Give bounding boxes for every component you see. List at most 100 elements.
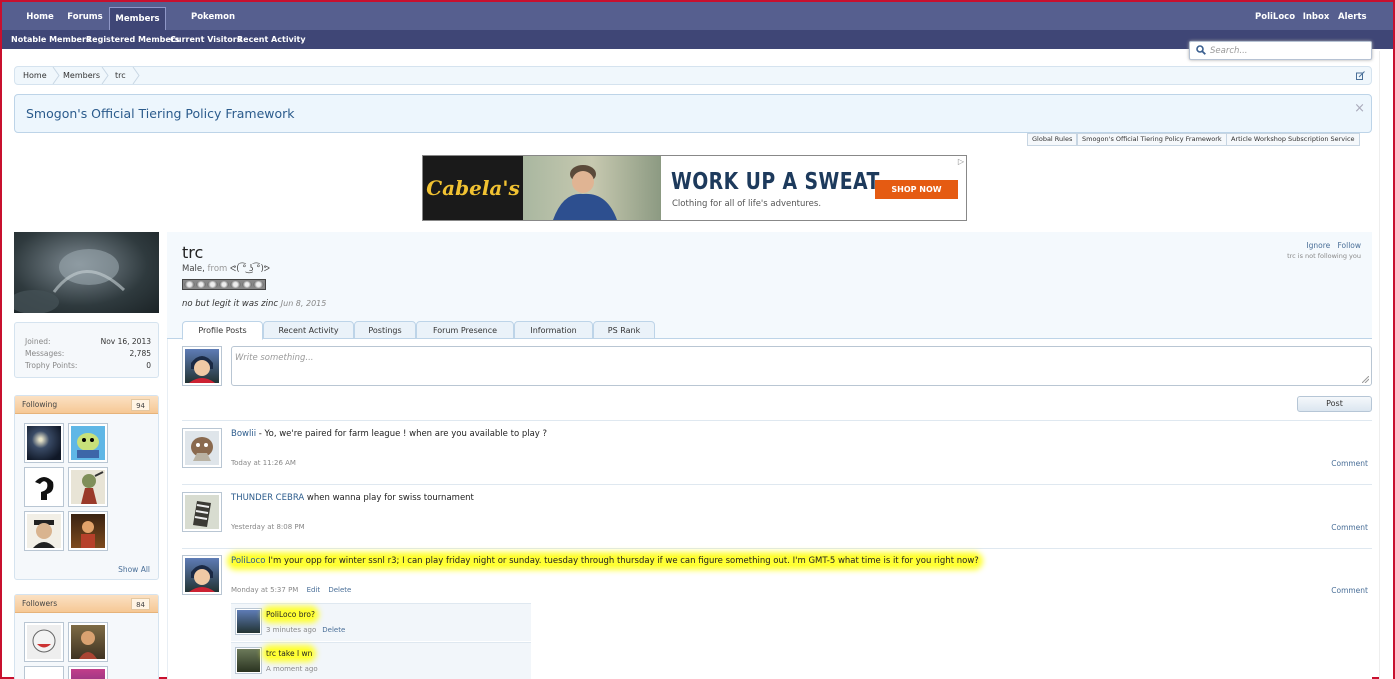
- sub-nav: Notable Members Registered Members Curre…: [2, 30, 1393, 49]
- post-username[interactable]: Bowlii: [231, 429, 256, 439]
- tab-ps-rank[interactable]: PS Rank: [593, 321, 655, 339]
- post-text: when wanna play for swiss tournament: [304, 493, 474, 503]
- notice-tab-global-rules[interactable]: Global Rules: [1027, 133, 1078, 146]
- post-username[interactable]: THUNDER CEBRA: [231, 493, 304, 503]
- notice-tab-tiering-policy[interactable]: Smogon's Official Tiering Policy Framewo…: [1077, 133, 1227, 146]
- nav-inbox-link[interactable]: Inbox: [1302, 2, 1330, 30]
- nav-tab-home[interactable]: Home: [20, 2, 60, 30]
- ad-choices-icon[interactable]: ▷: [958, 157, 964, 166]
- tab-recent-activity[interactable]: Recent Activity: [263, 321, 354, 339]
- post-time[interactable]: Monday at 5:37 PM: [231, 586, 298, 594]
- comment-link[interactable]: Comment: [1331, 523, 1368, 532]
- post-avatar[interactable]: [182, 492, 222, 532]
- divider: [182, 420, 1372, 421]
- subnav-registered-members[interactable]: Registered Members: [86, 30, 180, 49]
- comment-time[interactable]: 3 minutes ago: [266, 626, 316, 634]
- profile-avatar-large: [14, 232, 159, 313]
- delete-link[interactable]: Delete: [322, 626, 345, 634]
- post-avatar[interactable]: [182, 428, 222, 468]
- post-time[interactable]: Today at 11:26 AM: [231, 459, 296, 467]
- tab-postings[interactable]: Postings: [354, 321, 416, 339]
- post-avatar[interactable]: [182, 555, 222, 595]
- follow-controls: Ignore Follow trc is not following you: [1287, 241, 1361, 260]
- follower-avatar[interactable]: [68, 622, 108, 662]
- nav-user-link[interactable]: PoliLoco: [1255, 2, 1295, 30]
- breadcrumb-trc[interactable]: trc: [115, 67, 126, 84]
- breadcrumb-home[interactable]: Home: [23, 67, 47, 84]
- post-text: I'm your opp for winter ssnl r3; I can p…: [265, 556, 979, 566]
- nav-alerts-link[interactable]: Alerts: [1338, 2, 1367, 30]
- following-avatar[interactable]: [24, 467, 64, 507]
- subnav-current-visitors[interactable]: Current Visitors: [170, 30, 242, 49]
- chevron-right-icon: [132, 67, 140, 84]
- comment-item: trc take l wn A moment ago: [231, 642, 531, 679]
- show-all-link[interactable]: Show All: [118, 565, 150, 574]
- close-icon[interactable]: ×: [1354, 101, 1365, 116]
- profile-meta: Male, from ᕙ( ͡° ͜ʖ ͡°)ᕗ: [182, 264, 270, 274]
- nav-tab-pokemon-showdown[interactable]: Pokemon Showdown: [172, 2, 254, 52]
- post-text: - Yo, we're paired for farm league ! whe…: [256, 429, 548, 439]
- following-avatar[interactable]: [24, 511, 64, 551]
- tab-information[interactable]: Information: [514, 321, 593, 339]
- delete-link[interactable]: Delete: [328, 586, 351, 594]
- post-button[interactable]: Post: [1297, 396, 1372, 412]
- breadcrumb-members[interactable]: Members: [63, 67, 100, 84]
- search-input[interactable]: Search...: [1189, 41, 1372, 60]
- subnav-notable-members[interactable]: Notable Members: [11, 30, 91, 49]
- chevron-right-icon: [101, 67, 109, 84]
- notice-title[interactable]: Smogon's Official Tiering Policy Framewo…: [26, 106, 295, 121]
- profile-location[interactable]: ᕙ( ͡° ͜ʖ ͡°)ᕗ: [230, 264, 270, 274]
- search-icon: [1196, 45, 1206, 55]
- divider: [182, 548, 1372, 549]
- following-count: 94: [131, 399, 150, 411]
- follower-avatar[interactable]: [24, 666, 64, 679]
- following-avatar[interactable]: [68, 511, 108, 551]
- follow-link[interactable]: Follow: [1337, 241, 1361, 250]
- nav-tab-forums[interactable]: Forums: [64, 2, 106, 30]
- follow-status: trc is not following you: [1287, 252, 1361, 260]
- profile-status: no but legit it was zinc Jun 8, 2015: [182, 299, 326, 309]
- scrollbar[interactable]: [1379, 51, 1393, 679]
- post-username[interactable]: PoliLoco: [231, 556, 265, 566]
- notice-tab-article-workshop[interactable]: Article Workshop Subscription Service: [1226, 133, 1360, 146]
- ad-shop-now-button[interactable]: SHOP NOW: [875, 180, 958, 199]
- my-avatar[interactable]: [182, 346, 222, 386]
- comment-link[interactable]: Comment: [1331, 586, 1368, 595]
- post-meta: Today at 11:26 AM: [231, 459, 296, 467]
- comment-avatar[interactable]: [235, 608, 262, 635]
- comment-link[interactable]: Comment: [1331, 459, 1368, 468]
- followers-count: 84: [131, 598, 150, 610]
- messages-value[interactable]: 2,785: [130, 349, 151, 358]
- divider: [182, 484, 1372, 485]
- following-avatar[interactable]: [24, 423, 64, 463]
- post-meta: Yesterday at 8:08 PM: [231, 523, 305, 531]
- follower-avatar[interactable]: [68, 666, 108, 679]
- following-avatar[interactable]: [68, 423, 108, 463]
- advertisement-banner[interactable]: Cabela's WORK UP A SWEAT Clothing for al…: [422, 155, 967, 221]
- resize-handle-icon[interactable]: [1362, 376, 1369, 383]
- followers-title: Followers: [22, 599, 58, 608]
- post-time[interactable]: Yesterday at 8:08 PM: [231, 523, 305, 531]
- comment-time[interactable]: A moment ago: [266, 665, 318, 673]
- nav-tab-members[interactable]: Members: [109, 7, 166, 30]
- comment-avatar[interactable]: [235, 647, 262, 674]
- trophy-points-value[interactable]: 0: [146, 361, 151, 370]
- profile-post-input[interactable]: Write something...: [231, 346, 1372, 386]
- top-nav: Home Forums Members Pokemon Showdown Pol…: [2, 2, 1393, 52]
- following-avatar[interactable]: [68, 467, 108, 507]
- ignore-link[interactable]: Ignore: [1306, 241, 1330, 250]
- search-placeholder: Search...: [1210, 46, 1248, 56]
- subnav-recent-activity[interactable]: Recent Activity: [237, 30, 306, 49]
- trophy-points-label: Trophy Points:: [25, 361, 78, 370]
- jump-icon[interactable]: [1356, 71, 1365, 80]
- edit-link[interactable]: Edit: [307, 586, 321, 594]
- post-meta: Monday at 5:37 PM Edit Delete: [231, 586, 351, 594]
- status-date[interactable]: Jun 8, 2015: [281, 299, 327, 308]
- followers-block: Followers 84: [14, 594, 159, 679]
- status-text: no but legit it was zinc: [182, 299, 279, 309]
- tab-forum-presence[interactable]: Forum Presence: [416, 321, 514, 339]
- breadcrumb: Home Members trc: [14, 66, 1372, 85]
- following-title: Following: [22, 400, 58, 409]
- follower-avatar[interactable]: [24, 622, 64, 662]
- tab-profile-posts[interactable]: Profile Posts: [182, 321, 263, 340]
